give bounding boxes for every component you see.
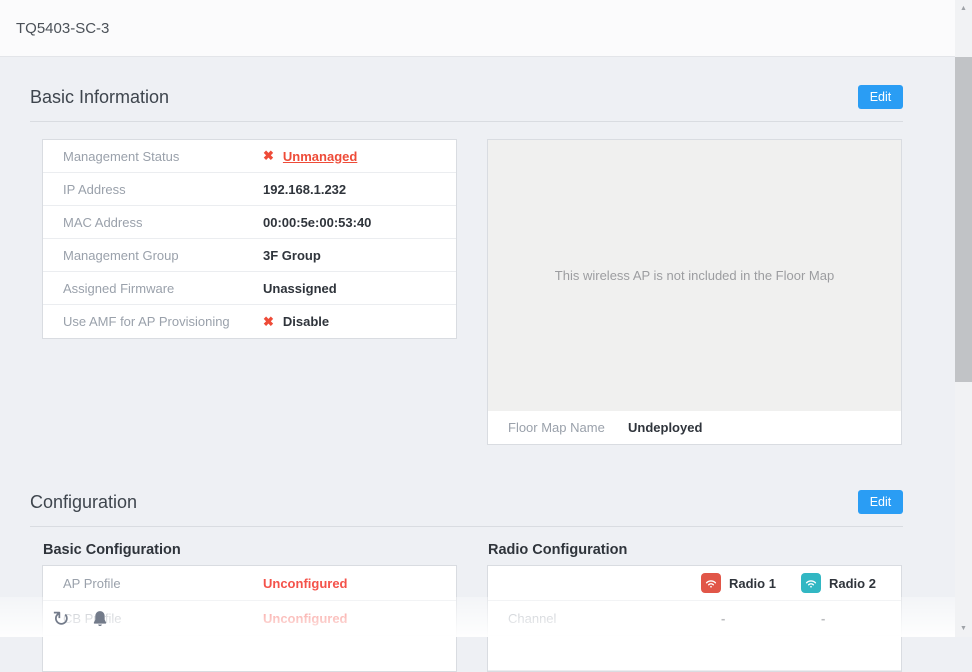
basic-information-header: Basic Information Edit bbox=[30, 84, 903, 110]
floor-map-card: This wireless AP is not included in the … bbox=[487, 139, 902, 445]
scroll-up-arrow-icon[interactable]: ▲ bbox=[955, 0, 972, 17]
refresh-button[interactable]: ↻ bbox=[50, 608, 72, 632]
basic-information-body: Management Status ✖ Unmanaged IP Address… bbox=[42, 139, 902, 445]
wifi-icon bbox=[801, 573, 821, 593]
basic-configuration-title: Basic Configuration bbox=[43, 543, 457, 558]
table-row-management-group: Management Group 3F Group bbox=[43, 239, 456, 272]
table-row bbox=[488, 636, 901, 671]
table-row-management-status: Management Status ✖ Unmanaged bbox=[43, 140, 456, 173]
table-row bbox=[43, 636, 456, 671]
scrollbar-thumb[interactable] bbox=[955, 57, 972, 382]
row-value: Disable bbox=[283, 314, 329, 329]
vertical-scrollbar[interactable]: ▲ ▼ bbox=[955, 0, 972, 637]
radio-1-label: Radio 1 bbox=[729, 576, 776, 591]
edit-configuration-button[interactable]: Edit bbox=[858, 490, 903, 514]
floor-map-name-value: Undeployed bbox=[628, 420, 702, 435]
wifi-icon bbox=[701, 573, 721, 593]
table-row-mac-address: MAC Address 00:00:5e:00:53:40 bbox=[43, 206, 456, 239]
row-label: Management Status bbox=[63, 149, 263, 164]
row-value: 192.168.1.232 bbox=[263, 182, 346, 197]
row-label: Management Group bbox=[63, 248, 263, 263]
table-row-assigned-firmware: Assigned Firmware Unassigned bbox=[43, 272, 456, 305]
table-row-amf-provisioning: Use AMF for AP Provisioning ✖ Disable bbox=[43, 305, 456, 338]
section-configuration: Configuration Edit Basic Configuration A… bbox=[30, 489, 955, 672]
radio-2-header: Radio 2 bbox=[801, 573, 901, 593]
floor-map-placeholder: This wireless AP is not included in the … bbox=[488, 140, 901, 411]
row-label: Assigned Firmware bbox=[63, 281, 263, 296]
section-divider bbox=[30, 526, 903, 527]
floor-map-placeholder-text: This wireless AP is not included in the … bbox=[555, 268, 834, 283]
edit-basic-information-button[interactable]: Edit bbox=[858, 85, 903, 109]
row-label: AP Profile bbox=[63, 576, 263, 591]
floor-map-name-row: Floor Map Name Undeployed bbox=[488, 411, 901, 444]
unmanaged-status-link[interactable]: Unmanaged bbox=[283, 149, 357, 164]
row-label: IP Address bbox=[63, 182, 263, 197]
configuration-title: Configuration bbox=[30, 492, 137, 513]
scroll-down-arrow-icon[interactable]: ▼ bbox=[955, 620, 972, 637]
page-header: TQ5403-SC-3 bbox=[0, 0, 955, 57]
row-value: Unassigned bbox=[263, 281, 337, 296]
basic-information-title: Basic Information bbox=[30, 87, 169, 108]
page-title: TQ5403-SC-3 bbox=[16, 20, 109, 37]
refresh-icon: ↻ bbox=[52, 610, 70, 630]
bell-icon bbox=[90, 609, 110, 632]
table-row-ip-address: IP Address 192.168.1.232 bbox=[43, 173, 456, 206]
section-basic-information: Basic Information Edit Management Status… bbox=[30, 84, 955, 445]
row-value: 00:00:5e:00:53:40 bbox=[263, 215, 371, 230]
radio-configuration-title: Radio Configuration bbox=[488, 543, 902, 558]
configuration-header: Configuration Edit bbox=[30, 489, 903, 515]
radio-1-header: Radio 1 bbox=[701, 573, 801, 593]
radio-2-label: Radio 2 bbox=[829, 576, 876, 591]
notifications-button[interactable] bbox=[89, 608, 111, 632]
row-value: Unconfigured bbox=[263, 576, 348, 591]
error-x-icon: ✖ bbox=[263, 314, 274, 330]
table-row-ap-profile: AP Profile Unconfigured bbox=[43, 566, 456, 601]
error-x-icon: ✖ bbox=[263, 148, 274, 164]
row-value: 3F Group bbox=[263, 248, 321, 263]
section-divider bbox=[30, 121, 903, 122]
bottom-fade-overlay: ↻ bbox=[0, 597, 955, 637]
basic-information-table: Management Status ✖ Unmanaged IP Address… bbox=[42, 139, 457, 339]
row-label: Use AMF for AP Provisioning bbox=[63, 314, 263, 329]
radio-table-header: Radio 1 Radio 2 bbox=[488, 566, 901, 601]
content: Basic Information Edit Management Status… bbox=[0, 57, 955, 672]
row-label: MAC Address bbox=[63, 215, 263, 230]
floor-map-name-label: Floor Map Name bbox=[508, 420, 628, 435]
